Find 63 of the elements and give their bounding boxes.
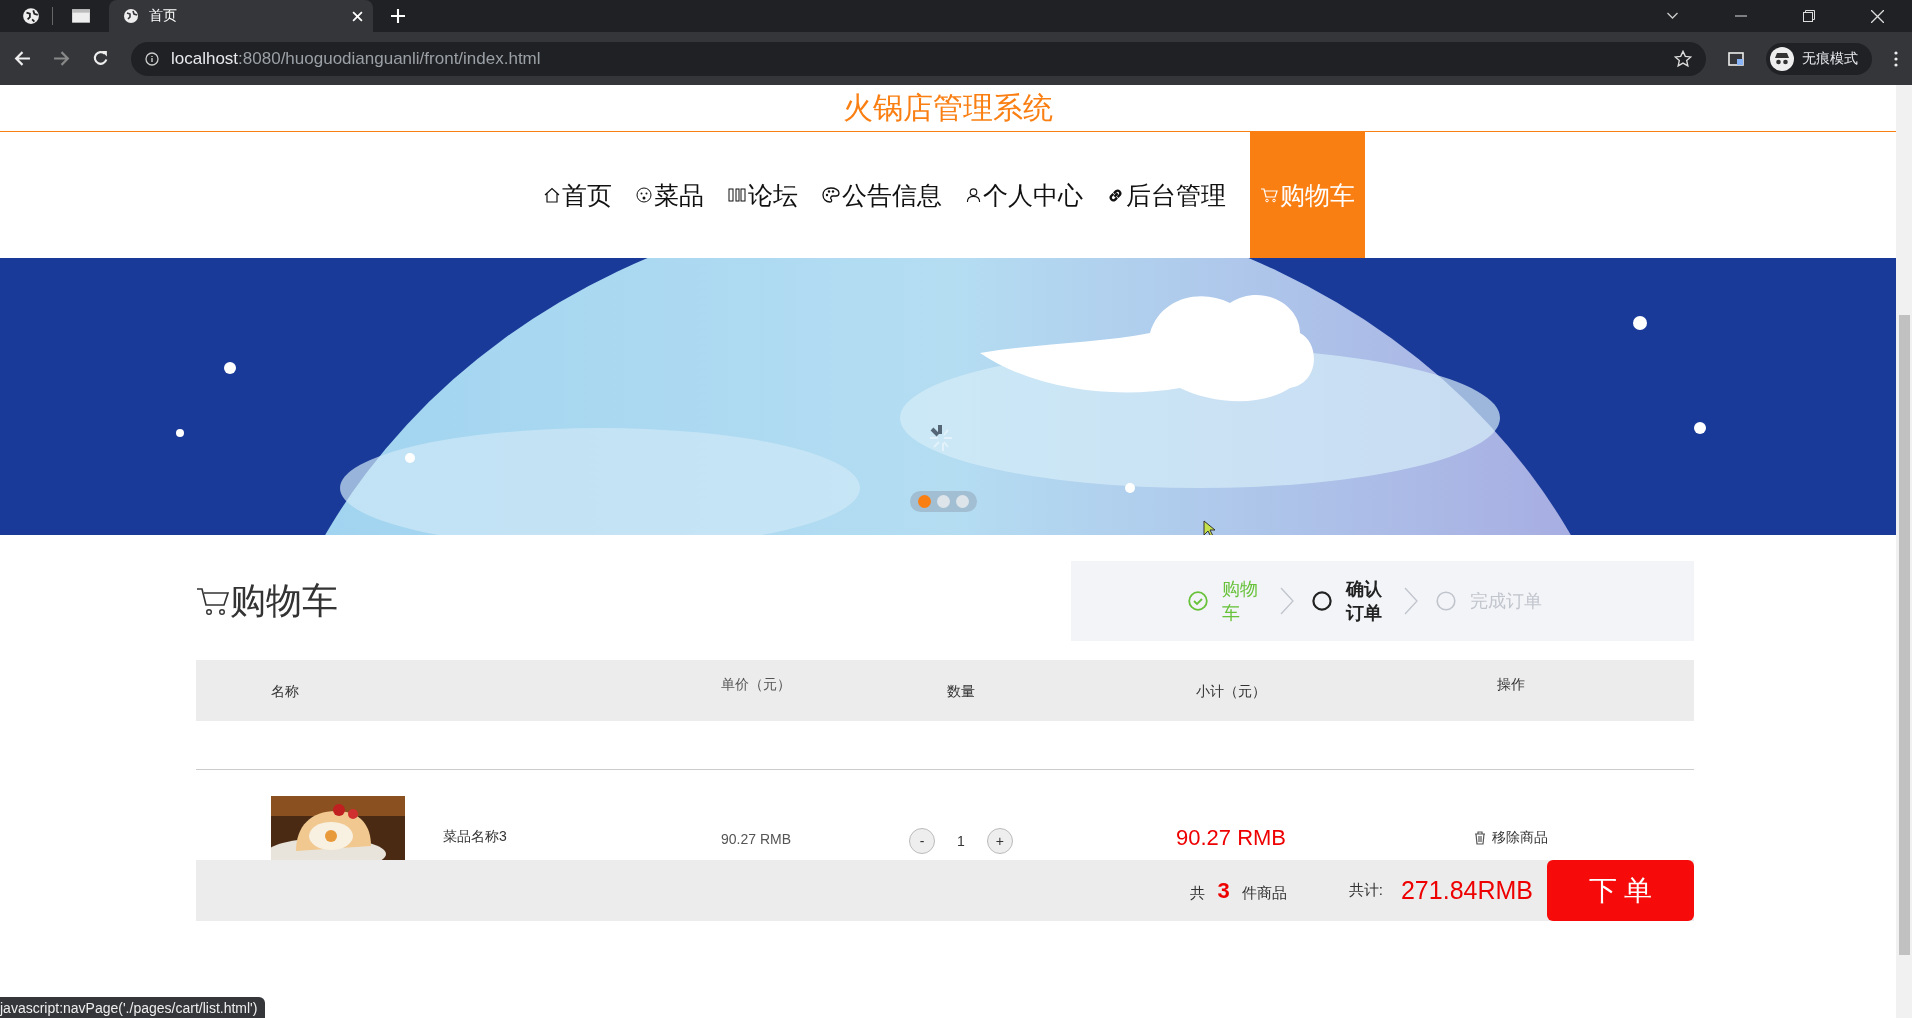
column-header: 数量 — [947, 681, 975, 701]
url-text: localhost:8080/huoguodianguanli/front/index.html — [171, 48, 541, 69]
nav-link[interactable]: 首页 — [531, 132, 624, 258]
back-icon[interactable] — [14, 50, 31, 67]
globe-icon — [123, 8, 139, 24]
step-label: 购物车 — [1222, 578, 1259, 625]
circle-icon — [1312, 591, 1332, 611]
cursor-icon — [1203, 520, 1215, 535]
item-name: 菜品名称3 — [443, 828, 507, 846]
window-icon[interactable] — [71, 8, 91, 24]
check-circle-icon — [1188, 591, 1208, 611]
nav-link[interactable]: 公告信息 — [809, 132, 954, 258]
tab-title: 首页 — [149, 7, 178, 25]
info-icon[interactable] — [145, 51, 159, 66]
nav-link[interactable]: 后台管理 — [1094, 132, 1238, 258]
item-count: 共 3 件商品 — [1190, 877, 1287, 904]
face-icon — [635, 187, 652, 203]
column-header: 单价（元） — [721, 675, 791, 694]
globe-icon[interactable] — [22, 7, 40, 25]
column-header: 名称 — [270, 681, 300, 701]
reload-icon[interactable] — [92, 50, 109, 67]
scrollbar[interactable] — [1896, 85, 1912, 1018]
remove-link[interactable]: 移除商品 — [1473, 829, 1548, 847]
columns-icon — [727, 187, 746, 203]
plus-icon[interactable] — [391, 9, 405, 23]
status-url: javascript:navPage('./pages/cart/list.html') — [0, 997, 266, 1018]
restore-icon[interactable] — [1803, 10, 1815, 22]
total-label: 共计: — [1348, 881, 1383, 900]
incognito-icon — [1770, 46, 1794, 71]
address-field[interactable]: localhost:8080/huoguodianguanli/front/index.html — [131, 41, 1706, 76]
sidebar-icon[interactable] — [1728, 50, 1744, 67]
column-header: 操作 — [1496, 675, 1525, 694]
forward-icon[interactable] — [53, 50, 70, 67]
chevron-right-icon — [1280, 587, 1294, 615]
decrease-button[interactable]: - — [909, 828, 936, 854]
total-price: 271.84RMB — [1400, 876, 1533, 905]
chevron-down-icon[interactable] — [1666, 12, 1679, 20]
circle-icon — [1436, 591, 1456, 611]
cart-icon — [1259, 187, 1278, 203]
browser-tab[interactable]: 首页 — [109, 0, 373, 32]
star-icon[interactable] — [1674, 49, 1692, 68]
cart-icon — [196, 586, 230, 616]
home-icon — [543, 187, 560, 203]
nav-link[interactable]: 菜品 — [623, 132, 716, 258]
user-icon — [965, 187, 981, 203]
incognito-button[interactable]: 无痕模式 — [1766, 42, 1872, 75]
more-icon[interactable] — [1894, 50, 1898, 67]
nav-link[interactable]: 个人中心 — [953, 132, 1095, 258]
unit-price: 90.27 RMB — [720, 831, 791, 849]
nav-link[interactable]: 论坛 — [715, 132, 810, 258]
chevron-right-icon — [1404, 587, 1418, 615]
site-title: 火锅店管理系统 — [0, 85, 1896, 132]
column-header: 小计（元） — [1196, 681, 1266, 701]
close-icon[interactable] — [1871, 9, 1884, 23]
subtotal-price: 90.27 RMB — [1175, 825, 1287, 852]
palette-icon — [821, 187, 840, 203]
step-label: 确认订单 — [1346, 578, 1383, 625]
trash-icon — [1473, 831, 1486, 845]
quantity-value: 1 — [957, 833, 965, 849]
page-heading: 购物车 — [196, 576, 338, 626]
increase-button[interactable]: + — [986, 828, 1013, 854]
link-icon — [1106, 186, 1124, 204]
order-button[interactable]: 下 单 — [1547, 860, 1694, 921]
